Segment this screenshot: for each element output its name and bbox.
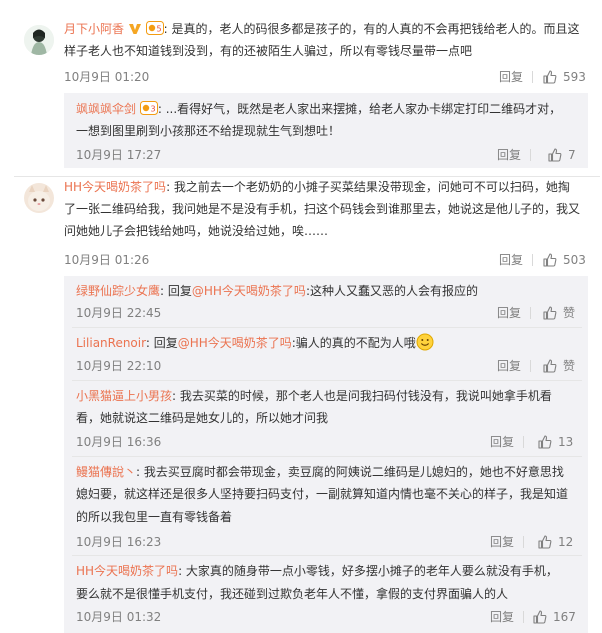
reply-time: 10月9日 16:36 xyxy=(76,435,162,449)
svg-text:5: 5 xyxy=(156,25,161,34)
reply-text: : 我去买菜的时候，那个老人也是问我扫码付钱没有，我说叫她拿手机看 xyxy=(172,389,552,403)
thumbs-up-icon xyxy=(543,70,557,84)
reply-button[interactable]: 回复 xyxy=(490,534,514,550)
reply-button[interactable]: 回复 xyxy=(499,252,523,268)
reply-button[interactable]: 回复 xyxy=(497,305,521,321)
comment-text: 问她她儿子会把钱给她吗，她说没给过她，唉…… xyxy=(64,224,329,238)
thumbs-up-icon xyxy=(543,359,557,373)
reply-time: 10月9日 01:32 xyxy=(76,610,162,624)
comment-text: 样子老人也不知道钱到没到，有的还被陌生人骗过，所以有零钱尽量带一点吧 xyxy=(64,44,473,58)
thumbs-up-icon xyxy=(548,148,562,162)
comment-username[interactable]: HH今天喝奶茶了吗 xyxy=(64,180,166,194)
like-count: 13 xyxy=(558,435,574,449)
reply-text: 一想到图里刷到小孩那还不给提现就生气到想吐！ xyxy=(76,124,341,138)
avatar-image xyxy=(24,25,54,55)
thumbs-up-icon xyxy=(538,535,552,549)
like-button[interactable]: 赞 xyxy=(543,305,575,321)
reply-username[interactable]: LilianRenoir xyxy=(76,336,146,350)
reply-button[interactable]: 回复 xyxy=(497,358,521,374)
vip-badge-icon: 5 xyxy=(145,21,164,41)
comment-text: : 我之前去一个老奶奶的小摊子买菜结果没带现金，问她可不可以扫码，她掏 xyxy=(166,180,570,194)
reply-username[interactable]: 绿野仙踪少女鹰 xyxy=(76,284,160,298)
like-label: 赞 xyxy=(563,359,576,373)
reply-divider xyxy=(72,380,582,381)
like-button[interactable]: 13 xyxy=(538,434,573,450)
reply-time: 10月9日 22:45 xyxy=(76,306,162,320)
like-count: 167 xyxy=(553,610,576,624)
reply-text: 媳妇要，就这样还是很多人坚持要扫码支付，一副就算知道内情也毫不关心的样子，我是知… xyxy=(76,487,569,501)
divider xyxy=(523,536,524,548)
divider xyxy=(532,254,533,266)
reply-button[interactable]: 回复 xyxy=(490,434,514,450)
like-button[interactable]: 167 xyxy=(533,609,576,625)
comment-time: 10月9日 01:26 xyxy=(64,253,150,267)
like-count: 12 xyxy=(558,535,574,549)
mention-link[interactable]: @HH今天喝奶茶了吗 xyxy=(178,336,292,350)
like-count: 7 xyxy=(568,148,576,162)
reply-divider xyxy=(72,327,582,328)
reply-divider xyxy=(72,555,582,556)
like-button[interactable]: 503 xyxy=(543,252,586,268)
reply-text: :这种人又蠢又恶的人会有报应的 xyxy=(305,284,478,298)
divider xyxy=(530,307,531,319)
divider xyxy=(523,611,524,623)
thumbs-up-icon xyxy=(543,253,557,267)
divider xyxy=(530,360,531,372)
v-badge-icon xyxy=(128,21,142,41)
comment-time: 10月9日 01:20 xyxy=(64,70,150,84)
reply-text: 要么就不是很懂手机支付，我还碰到过欺负老年人不懂，拿假的支付界面骗人的人 xyxy=(76,587,509,601)
reply-button[interactable]: 回复 xyxy=(490,609,514,625)
like-button[interactable]: 12 xyxy=(538,534,573,550)
reply-divider xyxy=(72,456,582,457)
reply-text: : ...看得好气，既然是老人家出来摆摊，给老人家办卡绑定打印二维码才对， xyxy=(157,102,562,116)
reply-time: 10月9日 16:23 xyxy=(76,535,162,549)
like-label: 赞 xyxy=(563,306,576,320)
reply-prefix: : 回复 xyxy=(160,284,192,298)
reply-text: : 我去买豆腐时都会带现金，卖豆腐的阿姨说二维码是儿媳妇的，她也不好意思找 xyxy=(136,465,564,479)
reply-username[interactable]: 小黑猫逼上小男孩 xyxy=(76,389,172,403)
like-button[interactable]: 赞 xyxy=(543,358,575,374)
reply-button[interactable]: 回复 xyxy=(499,69,523,85)
thumbs-up-icon xyxy=(538,435,552,449)
reply-text: 看，她就说这二维码是她女儿的，所以她才问我 xyxy=(76,411,329,425)
comment-username[interactable]: 月下小阿香 xyxy=(64,22,124,36)
reply-username[interactable]: 飒飒飒伞剑 xyxy=(76,102,136,116)
like-count: 503 xyxy=(563,253,586,267)
thumbs-up-icon xyxy=(543,306,557,320)
like-button[interactable]: 7 xyxy=(548,147,576,163)
reply-prefix: : 回复 xyxy=(145,336,178,350)
reply-time: 10月9日 17:27 xyxy=(76,148,162,162)
divider xyxy=(530,149,531,161)
reply-text: :骗人的真的不配为人哦 xyxy=(291,336,416,350)
user-avatar[interactable] xyxy=(24,25,54,55)
reply-text: 的所以我包里一直有零钱备着 xyxy=(76,510,233,524)
divider xyxy=(532,71,533,83)
thumbs-up-icon xyxy=(533,610,547,624)
comment-text: : 是真的，老人的码很多都是孩子的，有的人真的不会再把钱给老人的。而且这 xyxy=(163,22,580,36)
svg-text:3: 3 xyxy=(150,105,155,114)
reply-username[interactable]: HH今天喝奶茶了吗 xyxy=(76,564,178,578)
reply-username[interactable]: 鳗猫傳說丶 xyxy=(76,465,136,479)
like-button[interactable]: 593 xyxy=(543,69,586,85)
mention-link[interactable]: @HH今天喝奶茶了吗 xyxy=(192,284,306,298)
reply-time: 10月9日 22:10 xyxy=(76,359,162,373)
comment-text: 了一张二维码给我，我问她是不是没有手机，扫这个码钱会到谁那里去，她说这是他儿子的… xyxy=(64,202,581,216)
like-count: 593 xyxy=(563,70,586,84)
divider xyxy=(523,436,524,448)
avatar-image xyxy=(24,183,54,213)
smile-emoji-icon xyxy=(416,333,434,351)
vip-badge-icon: 3 xyxy=(139,101,158,121)
reply-text: : 大家真的随身带一点小零钱，好多摆小摊子的老年人要么就没有手机， xyxy=(178,564,558,578)
user-avatar[interactable] xyxy=(24,183,54,213)
reply-button[interactable]: 回复 xyxy=(497,147,521,163)
